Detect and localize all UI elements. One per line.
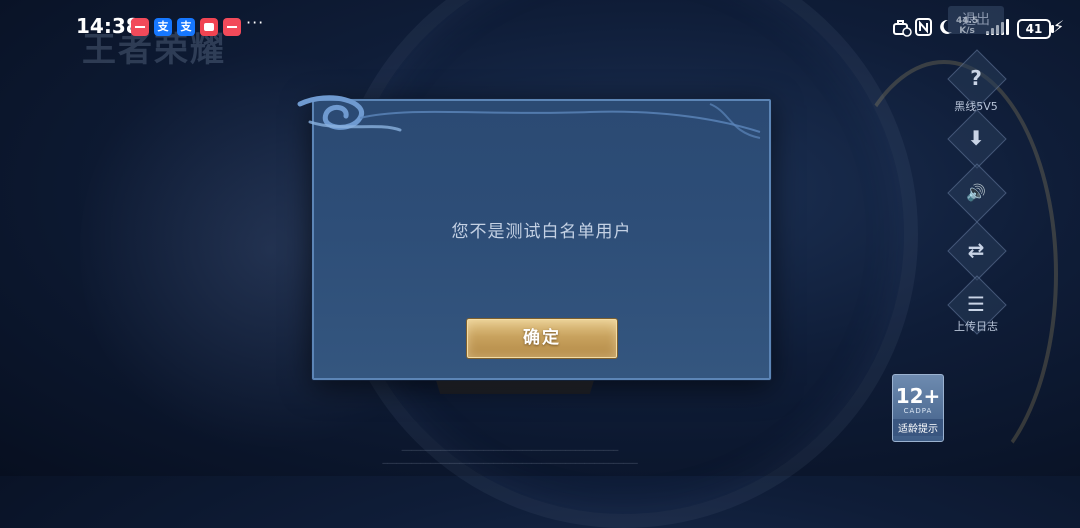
rating-org: CADPA [903, 407, 933, 415]
red-square-app-icon [200, 18, 218, 36]
download-icon[interactable]: ⬇ [956, 118, 996, 158]
age-rating-badge: 12+ CADPA 适龄提示 [892, 374, 944, 442]
background-gold-arc [830, 60, 1058, 488]
help-icon[interactable]: ? [956, 58, 996, 98]
upload-log-label: 上传日志 [954, 320, 998, 333]
volume-icon[interactable]: 🔊 [956, 172, 996, 212]
switch-account-icon[interactable]: ⇄ [956, 230, 996, 270]
exit-button[interactable]: 退出 [948, 6, 1004, 34]
alipay-icon: 支 [154, 18, 172, 36]
age-rating: 12+ [895, 384, 941, 408]
dialog-message: 您不是测试白名单用户 [451, 222, 632, 242]
more-notifications-icon: ··· [246, 13, 265, 32]
battery-indicator: 41 [1017, 19, 1054, 39]
legal-text-line-1: ────────────────────────────────────────… [401, 446, 619, 455]
status-bar: 14:38 支 支 ··· 44.5 K/s 41 ⚡ [0, 0, 1080, 56]
red-app-icon [131, 18, 149, 36]
red-app-icon-2 [223, 18, 241, 36]
alipay-icon-2: 支 [177, 18, 195, 36]
charging-icon: ⚡ [1053, 17, 1065, 36]
do-not-disturb-icon [892, 17, 912, 39]
alert-dialog: 您不是测试白名单用户 确定 [312, 99, 771, 380]
legal-text-line-2: ────────────────────────────────────────… [382, 459, 638, 468]
age-tip-label: 适龄提示 [893, 419, 943, 436]
nfc-icon [915, 17, 933, 39]
confirm-button[interactable]: 确定 [467, 319, 617, 358]
